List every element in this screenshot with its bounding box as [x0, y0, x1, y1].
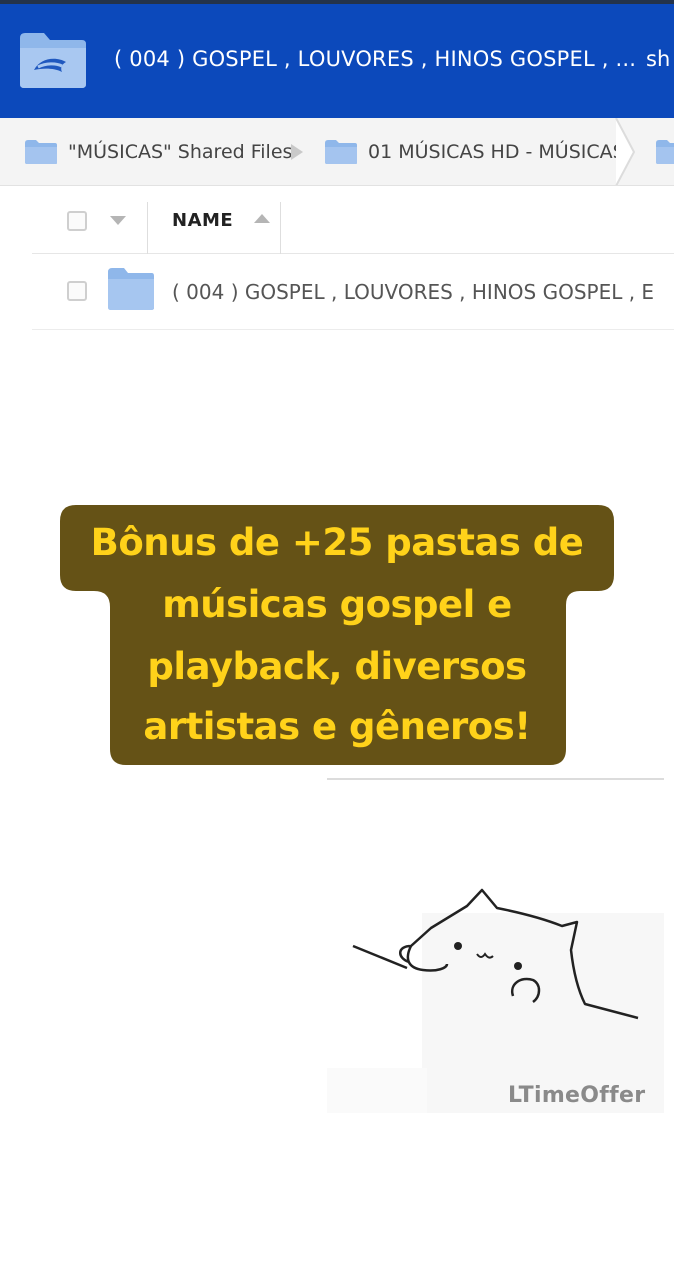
select-menu-caret-icon[interactable] — [110, 216, 126, 225]
folder-icon — [108, 268, 154, 310]
promo-line: playback, diversos — [147, 645, 527, 688]
bongo-cat-image: LTimeOffer — [327, 778, 664, 1116]
promo-caption: Bônus de +25 pastas de músicas gospel e … — [60, 505, 614, 765]
folder-header: ( 004 ) GOSPEL , LOUVORES , HINOS GOSPEL… — [0, 4, 674, 118]
select-all-checkbox[interactable] — [67, 211, 87, 231]
name-column-header[interactable]: NAME — [172, 210, 233, 231]
breadcrumb-label: "MÚSICAS" Shared Files — [68, 141, 293, 163]
breadcrumb-chevron-icon — [615, 118, 636, 185]
breadcrumb-item-shared-files[interactable]: "MÚSICAS" Shared Files — [24, 118, 293, 185]
table-row[interactable]: ( 004 ) GOSPEL , LOUVORES , HINOS GOSPEL… — [32, 254, 674, 330]
promo-line: artistas e gêneros! — [143, 705, 531, 748]
breadcrumb-item-musicas-hd[interactable]: 01 MÚSICAS HD - MÚSICAS — [324, 118, 625, 185]
bongo-cat-drawing — [327, 888, 664, 1113]
sort-ascending-icon[interactable] — [254, 214, 270, 223]
folder-icon — [325, 140, 357, 164]
folder-icon — [656, 140, 674, 164]
breadcrumb-separator-icon — [291, 144, 303, 160]
folder-title: ( 004 ) GOSPEL , LOUVORES , HINOS GOSPEL… — [114, 47, 637, 71]
folder-name[interactable]: ( 004 ) GOSPEL , LOUVORES , HINOS GOSPEL… — [172, 280, 654, 304]
column-divider — [147, 202, 148, 254]
breadcrumb-label: 01 MÚSICAS HD - MÚSICAS — [368, 141, 625, 163]
breadcrumb: "MÚSICAS" Shared Files 01 MÚSICAS HD - M… — [0, 118, 674, 186]
row-checkbox[interactable] — [67, 281, 87, 301]
folder-icon — [25, 140, 57, 164]
promo-line: Bônus de +25 pastas de — [90, 521, 584, 564]
folder-icon — [16, 28, 90, 92]
table-header: NAME — [32, 186, 674, 254]
share-button[interactable]: sh — [646, 47, 670, 71]
watermark-text: LTimeOffer — [508, 1083, 646, 1108]
column-divider — [280, 202, 281, 254]
promo-line: músicas gospel e — [162, 583, 512, 626]
